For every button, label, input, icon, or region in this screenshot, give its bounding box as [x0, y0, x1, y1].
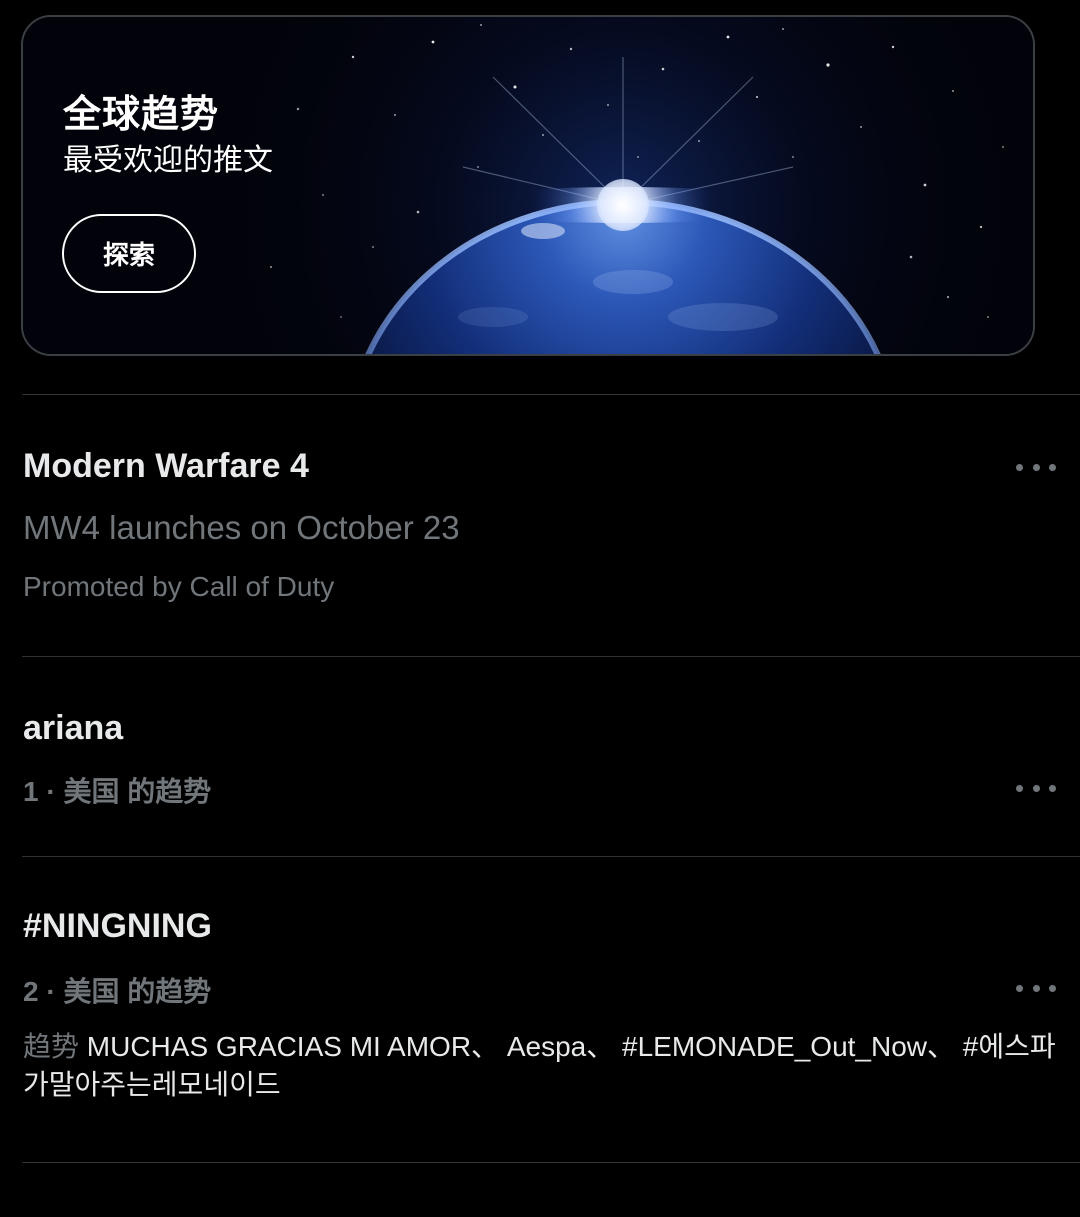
trend-item[interactable]: #NINGNING 2 · 美国 的趋势 趋势 MUCHAS GRACIAS M… — [0, 857, 1080, 1162]
promoted-label: Promoted by Call of Duty — [23, 571, 335, 602]
trend-rank-location: 2 · 美国 的趋势 — [23, 976, 212, 1007]
related-trends-text: MUCHAS GRACIAS MI AMOR、 Aespa、 #LEMONADE… — [23, 1031, 1056, 1100]
related-trends-label: 趋势 — [23, 1031, 80, 1062]
banner-title: 全球趋势 — [63, 94, 220, 136]
more-horizontal-icon[interactable] — [1016, 776, 1056, 800]
trend-title: Modern Warfare 4 — [23, 447, 309, 485]
more-horizontal-icon[interactable] — [1016, 976, 1056, 1000]
trend-item-promoted[interactable]: Modern Warfare 4 MW4 launches on October… — [0, 395, 1080, 656]
trend-title: #NINGNING — [23, 907, 212, 945]
divider — [22, 1162, 1080, 1163]
explore-banner[interactable]: 全球趋势 最受欢迎的推文 探索 — [21, 15, 1035, 356]
related-trends: 趋势 MUCHAS GRACIAS MI AMOR、 Aespa、 #LEMON… — [23, 1028, 1063, 1104]
trend-item[interactable]: ariana 1 · 美国 的趋势 — [0, 657, 1080, 856]
trend-title: ariana — [23, 709, 124, 747]
trend-subtitle: MW4 launches on October 23 — [23, 509, 460, 546]
banner-subtitle: 最受欢迎的推文 — [63, 144, 273, 177]
explore-button[interactable]: 探索 — [62, 214, 196, 293]
trend-rank-location: 1 · 美国 的趋势 — [23, 776, 212, 807]
earth-from-space-image — [23, 17, 1033, 354]
more-horizontal-icon[interactable] — [1016, 455, 1056, 479]
